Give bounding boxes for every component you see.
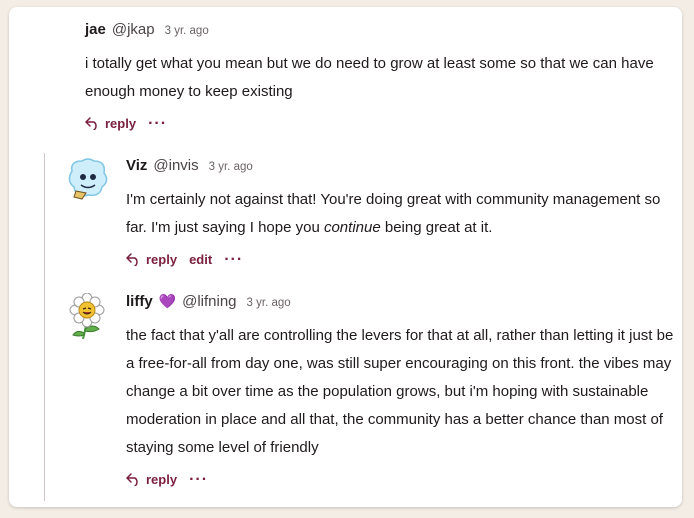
comment-body: the fact that y'all are controlling the …: [126, 327, 674, 456]
purple-heart-emoji: 💜: [158, 293, 177, 309]
comment-body: i totally get what you mean but we do ne…: [85, 55, 654, 100]
edit-label: edit: [189, 252, 213, 267]
more-options-button[interactable]: ···: [148, 115, 167, 131]
avatar-viz[interactable]: [66, 157, 110, 201]
reply-label: reply: [146, 252, 178, 267]
reply-icon: [126, 253, 138, 266]
author-handle[interactable]: @lifning: [182, 293, 236, 310]
comment-body: I'm certainly not against that! You're d…: [126, 186, 671, 242]
comment-timestamp[interactable]: 3 yr. ago: [247, 297, 291, 309]
viz-avatar-icon: [68, 158, 108, 200]
author-handle[interactable]: @jkap: [112, 21, 155, 38]
thread-line: [44, 153, 45, 501]
comment-timestamp[interactable]: 3 yr. ago: [209, 161, 253, 173]
reply-label: reply: [146, 472, 178, 487]
reply-icon: [85, 117, 97, 130]
author-name[interactable]: jae: [85, 21, 106, 38]
comment-actions: reply ···: [85, 115, 665, 131]
comment-body-text-end: being great at it.: [380, 219, 493, 236]
reply-button[interactable]: reply: [126, 252, 177, 267]
reply-icon: [126, 473, 138, 486]
comment-thread-card: jae @jkap 3 yr. ago i totally get what y…: [9, 7, 682, 507]
author-name[interactable]: Viz: [126, 157, 147, 174]
reply-label: reply: [105, 116, 137, 131]
author-handle[interactable]: @invis: [153, 157, 198, 174]
reply-button[interactable]: reply: [126, 472, 177, 487]
author-name[interactable]: liffy: [126, 293, 153, 310]
more-options-button[interactable]: ···: [189, 471, 208, 487]
comment-actions: reply edit ···: [126, 251, 671, 267]
comment-timestamp[interactable]: 3 yr. ago: [165, 25, 209, 37]
comment-viz: Viz @invis 3 yr. ago I'm certainly not a…: [126, 157, 671, 267]
comment-liffy: liffy 💜 @lifning 3 yr. ago the fact that…: [126, 293, 674, 487]
comment-meta: Viz @invis 3 yr. ago: [126, 157, 671, 174]
edit-button[interactable]: edit: [189, 252, 212, 267]
comment-actions: reply ···: [126, 471, 674, 487]
more-options-button[interactable]: ···: [224, 251, 243, 267]
comment-meta: liffy 💜 @lifning 3 yr. ago: [126, 293, 674, 310]
reply-button[interactable]: reply: [85, 116, 136, 131]
comment-body-emphasis: continue: [323, 219, 381, 236]
avatar-liffy[interactable]: [65, 292, 109, 340]
comment-meta: jae @jkap 3 yr. ago: [85, 21, 665, 38]
comment-jae: jae @jkap 3 yr. ago i totally get what y…: [85, 21, 665, 131]
liffy-avatar-icon: [69, 292, 105, 340]
